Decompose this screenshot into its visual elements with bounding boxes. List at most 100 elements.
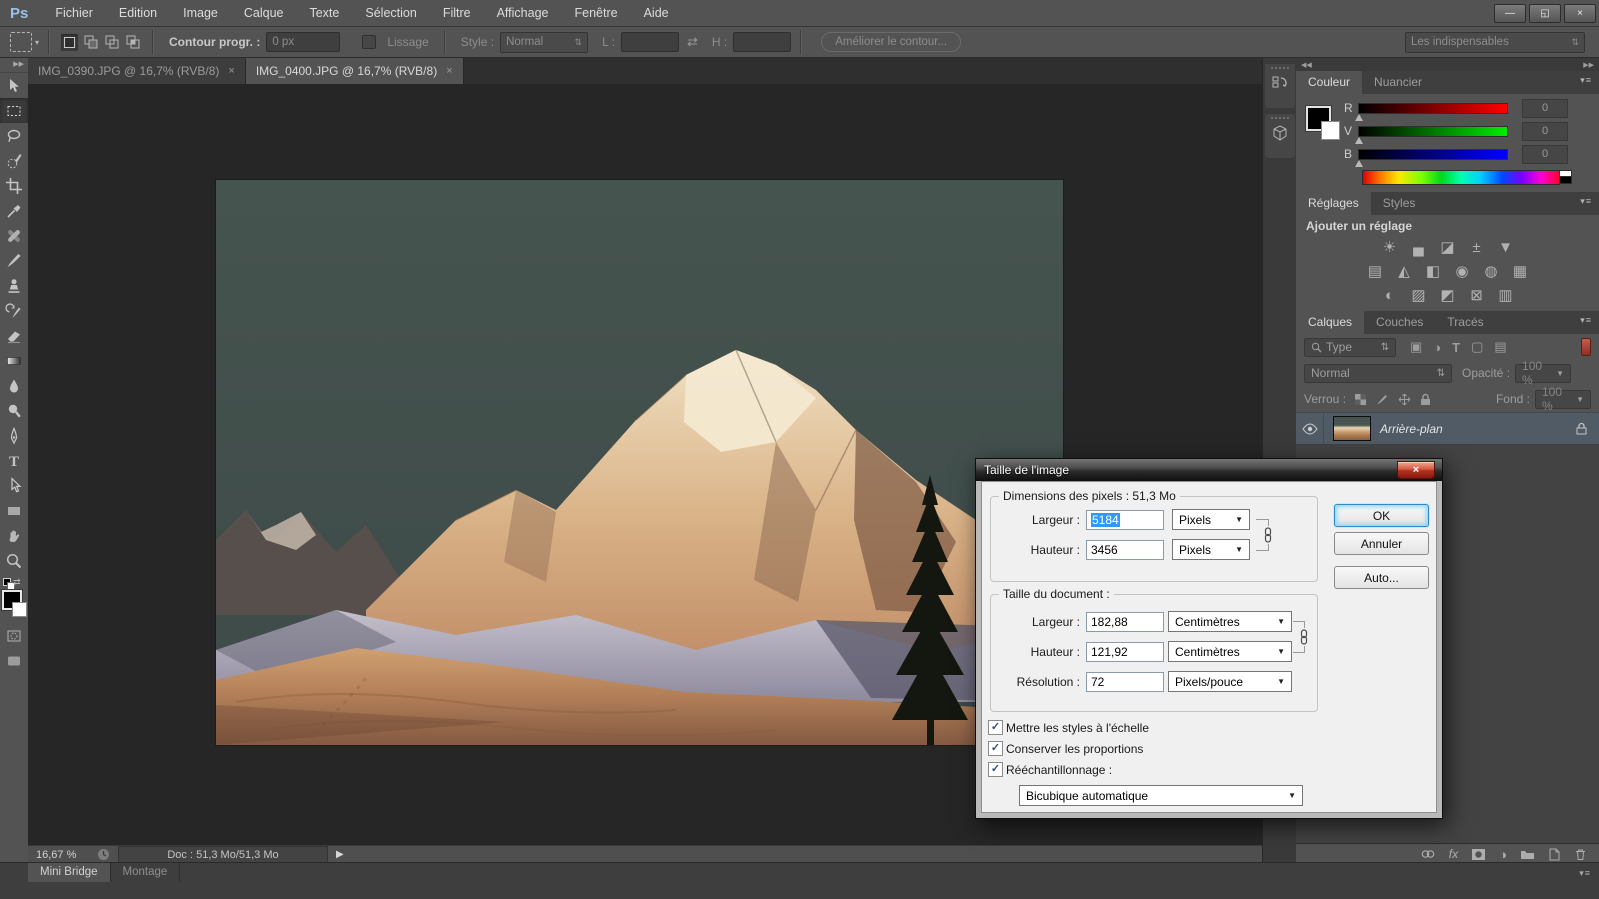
canvas-image[interactable] [216, 180, 1063, 745]
menu-selection[interactable]: Sélection [352, 6, 429, 20]
refine-edge-button[interactable]: Améliorer le contour... [821, 32, 961, 52]
dialog-close-button[interactable]: × [1397, 461, 1435, 479]
hue-saturation-icon[interactable]: ▤ [1365, 263, 1385, 281]
pen-tool[interactable] [0, 423, 28, 448]
blur-tool[interactable] [0, 373, 28, 398]
lock-transparency-icon[interactable] [1354, 393, 1367, 406]
red-slider[interactable] [1358, 103, 1508, 114]
blue-slider[interactable] [1358, 149, 1508, 160]
menu-calque[interactable]: Calque [231, 6, 297, 20]
layer-thumbnail[interactable] [1333, 416, 1371, 441]
tab-reglages[interactable]: Réglages [1296, 192, 1371, 215]
tab-couleur[interactable]: Couleur [1296, 71, 1362, 94]
layer-filtering-toggle[interactable] [1581, 338, 1591, 356]
opacity-combo[interactable]: 100 % ▼ [1515, 364, 1571, 383]
tab-mini-bridge[interactable]: Mini Bridge [28, 863, 111, 882]
quick-mask-button[interactable] [0, 623, 28, 648]
doc-height-input[interactable]: 121,92 [1086, 642, 1164, 662]
dialog-title-bar[interactable]: Taille de l'image [976, 459, 1442, 481]
width-input[interactable] [621, 32, 679, 52]
resample-checkbox[interactable]: ✓ [988, 762, 1003, 777]
workspace-combo[interactable]: Les indispensables⇅ [1405, 32, 1585, 53]
fill-combo[interactable]: 100 % ▼ [1535, 390, 1591, 409]
move-tool[interactable] [0, 73, 28, 98]
blue-value-field[interactable]: 0 [1522, 145, 1568, 164]
scale-styles-checkbox[interactable]: ✓ [988, 720, 1003, 735]
pixel-width-unit-combo[interactable]: Pixels▼ [1172, 509, 1250, 530]
eraser-tool[interactable] [0, 323, 28, 348]
layer-visibility-cell[interactable] [1296, 413, 1324, 444]
menu-fichier[interactable]: Fichier [42, 6, 106, 20]
vibrance-icon[interactable]: ▼ [1496, 239, 1516, 257]
link-layers-icon[interactable] [1420, 847, 1436, 861]
subtract-selection-mode-icon[interactable] [103, 34, 120, 51]
auto-button[interactable]: Auto... [1334, 566, 1429, 589]
swap-colors-icon[interactable]: ⇄ [13, 577, 21, 588]
new-selection-mode-icon[interactable] [61, 34, 78, 51]
type-tool[interactable]: T [0, 448, 28, 473]
lock-pixels-icon[interactable] [1376, 393, 1389, 406]
filter-pixel-layers-icon[interactable]: ▣ [1410, 339, 1422, 355]
layer-row-arriere-plan[interactable]: Arrière-plan [1296, 412, 1599, 445]
color-spectrum-ramp[interactable] [1362, 170, 1560, 185]
layer-style-icon[interactable]: fx [1449, 847, 1458, 861]
bottom-dock-menu-icon[interactable]: ▾≡ [1579, 868, 1591, 879]
posterize-icon[interactable]: ▨ [1409, 287, 1429, 305]
rectangular-marquee-tool[interactable] [0, 98, 28, 123]
history-brush-tool[interactable] [0, 298, 28, 323]
menu-fenetre[interactable]: Fenêtre [562, 6, 631, 20]
new-layer-icon[interactable] [1548, 848, 1561, 861]
doc-tab-img0400[interactable]: IMG_0400.JPG @ 16,7% (RVB/8) × [246, 58, 464, 84]
invert-icon[interactable]: ◐ [1380, 287, 1400, 305]
dodge-tool[interactable] [0, 398, 28, 423]
menu-affichage[interactable]: Affichage [484, 6, 562, 20]
panel-menu-icon[interactable]: ▾≡ [1580, 192, 1599, 215]
tool-preset-arrow-icon[interactable]: ▾ [35, 38, 39, 47]
green-slider[interactable] [1358, 126, 1508, 137]
threshold-icon[interactable]: ◩ [1438, 287, 1458, 305]
selective-color-icon[interactable]: ⊠ [1467, 287, 1487, 305]
antialias-checkbox[interactable] [362, 35, 376, 49]
channel-mixer-icon[interactable]: ◍ [1481, 263, 1501, 281]
resolution-unit-combo[interactable]: Pixels/pouce▼ [1168, 671, 1292, 692]
color-lookup-icon[interactable]: ▦ [1510, 263, 1530, 281]
pixel-height-input[interactable]: 3456 [1086, 540, 1164, 560]
exposure-icon[interactable]: ± [1467, 239, 1487, 257]
slider-thumb[interactable] [1355, 137, 1363, 144]
tab-couches[interactable]: Couches [1364, 311, 1435, 334]
spot-healing-brush-tool[interactable] [0, 223, 28, 248]
ok-button[interactable]: OK [1334, 504, 1429, 527]
menu-edition[interactable]: Edition [106, 6, 170, 20]
screen-mode-button[interactable] [0, 648, 28, 673]
lasso-tool[interactable] [0, 123, 28, 148]
cancel-button[interactable]: Annuler [1334, 532, 1429, 555]
constrain-proportions-checkbox[interactable]: ✓ [988, 741, 1003, 756]
toolbar-collapse-icon[interactable]: ▶▶ [0, 58, 28, 73]
tool-preset-icon[interactable] [10, 32, 32, 52]
spectrum-bw-swatches[interactable] [1559, 170, 1572, 185]
proprietes-panel-button[interactable] [1265, 114, 1295, 158]
tab-close-icon[interactable]: × [228, 65, 234, 77]
levels-icon[interactable]: ▄ [1409, 239, 1429, 257]
doc-tab-img0390[interactable]: IMG_0390.JPG @ 16,7% (RVB/8) × [28, 58, 246, 84]
doc-width-unit-combo[interactable]: Centimètres▼ [1168, 611, 1292, 632]
blend-mode-combo[interactable]: Normal ⇅ [1304, 364, 1452, 383]
pixel-height-unit-combo[interactable]: Pixels▼ [1172, 539, 1250, 560]
background-color-swatch[interactable] [12, 602, 27, 617]
filter-smart-objects-icon[interactable]: ▤ [1494, 339, 1506, 355]
close-button[interactable]: × [1564, 4, 1596, 23]
tab-traces[interactable]: Tracés [1435, 311, 1495, 334]
brush-tool[interactable] [0, 248, 28, 273]
swap-dimensions-icon[interactable]: ⇄ [687, 34, 698, 50]
resample-method-combo[interactable]: Bicubique automatique▼ [1019, 785, 1303, 806]
eyedropper-tool[interactable] [0, 198, 28, 223]
menu-image[interactable]: Image [170, 6, 231, 20]
filter-type-layers-icon[interactable]: T [1452, 340, 1460, 355]
gradient-tool[interactable] [0, 348, 28, 373]
gradient-map-icon[interactable]: ▥ [1496, 287, 1516, 305]
new-group-icon[interactable] [1520, 848, 1535, 860]
green-value-field[interactable]: 0 [1522, 122, 1568, 141]
restore-button[interactable]: ◱ [1529, 4, 1561, 23]
filter-shape-layers-icon[interactable]: ▢ [1471, 339, 1483, 355]
zoom-tool[interactable] [0, 548, 28, 573]
